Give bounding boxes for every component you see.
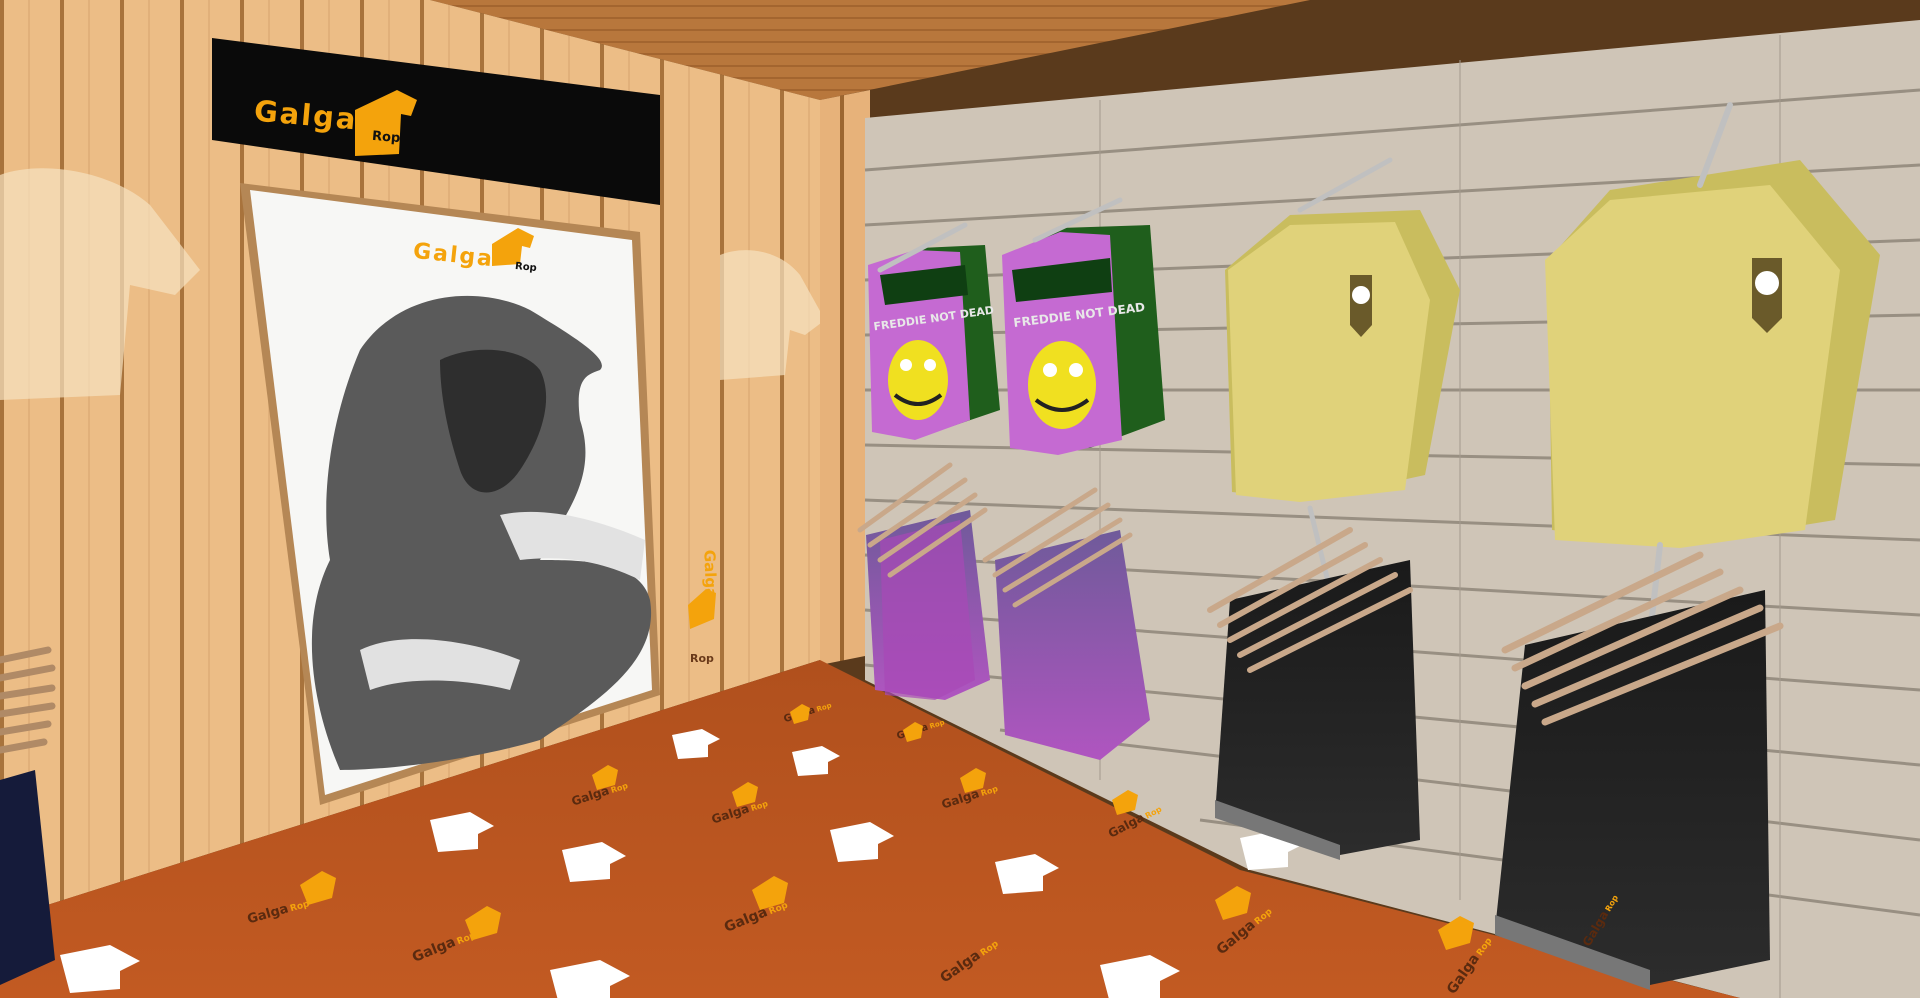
floor-orange-logo-icons [300, 704, 1474, 950]
game-viewport[interactable]: Galga Rop Galga Rop Galga Rop FREDDIE NO… [0, 0, 1920, 998]
